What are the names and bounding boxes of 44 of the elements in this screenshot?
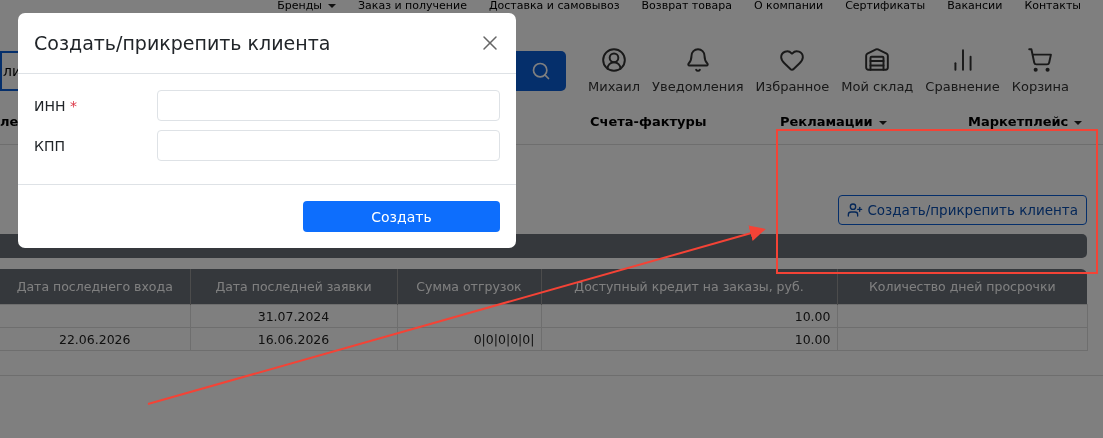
nav-link[interactable]: Маркетплейс: [968, 114, 1103, 129]
field-label: КПП: [34, 137, 66, 154]
top-menu-link[interactable]: Заказ и получение: [357, 0, 467, 12]
top-menu-link[interactable]: Доставка и самовывоз: [488, 0, 620, 12]
top-menu-link[interactable]: Контакты: [1024, 0, 1081, 12]
table-cell: 10.00: [541, 327, 837, 351]
column-header: Количество дней просрочки: [837, 269, 1087, 305]
column-header: Дата последнего входа: [0, 269, 190, 305]
top-menu-link[interactable]: Бренды: [277, 0, 336, 12]
header-action-label[interactable]: Корзина: [1011, 79, 1069, 94]
table-cell: 0|0|0|0|0|: [397, 327, 541, 351]
header-action-label[interactable]: Уведомления: [652, 79, 744, 94]
column-header: Сумма отгрузок: [397, 269, 541, 305]
header-action-label[interactable]: Избранное: [755, 79, 830, 94]
search-icon: [531, 60, 551, 81]
table-cell: 10.00: [541, 304, 837, 328]
bell-icon[interactable]: [684, 47, 711, 73]
column-header: Доступный кредит на заказы, руб.: [541, 269, 837, 305]
heart-icon[interactable]: [779, 47, 806, 73]
top-menu-link[interactable]: Возврат товара: [641, 0, 732, 12]
user-icon[interactable]: [601, 47, 628, 73]
header-action-label[interactable]: Михаил: [588, 79, 641, 94]
field-label: ИНН *: [34, 97, 78, 114]
nav-link[interactable]: Счета-фактуры: [590, 114, 780, 129]
warehouse-icon[interactable]: [864, 47, 891, 73]
nav-link[interactable]: Рекламации: [780, 114, 968, 129]
top-menu-link[interactable]: Сертификаты: [845, 0, 926, 12]
header-action-label[interactable]: Сравнение: [925, 79, 1000, 94]
header-action-label[interactable]: Мой склад: [841, 79, 914, 94]
top-menu-link[interactable]: О компании: [753, 0, 824, 12]
table-cell: 31.07.2024: [190, 304, 397, 328]
table-cell: 22.06.2026: [0, 327, 190, 351]
required-mark: *: [70, 97, 77, 114]
input-field[interactable]: [157, 130, 500, 161]
dialog-title: Создать/прикрепить клиента: [34, 32, 331, 54]
user-plus-icon: [847, 202, 864, 218]
create-button[interactable]: Создать: [303, 201, 500, 232]
top-menu-link[interactable]: Вакансии: [947, 0, 1003, 12]
input-field[interactable]: [157, 90, 500, 121]
column-header: Дата последней заявки: [190, 269, 397, 305]
search-button[interactable]: [516, 50, 566, 91]
create-client-button[interactable]: Создать/прикрепить клиента: [838, 195, 1087, 225]
cart-icon[interactable]: [1027, 47, 1054, 73]
table-cell: 16.06.2026: [190, 327, 397, 351]
